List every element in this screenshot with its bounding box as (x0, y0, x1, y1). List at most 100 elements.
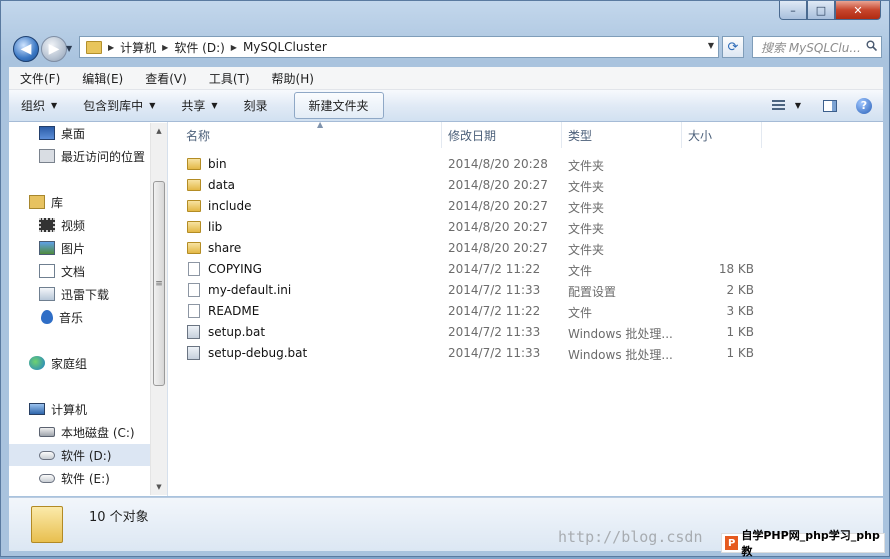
change-view-button[interactable] (765, 93, 791, 118)
scrollbar-thumb[interactable]: ≡ (153, 181, 165, 386)
file-row-setup-debug-bat[interactable]: setup-debug.bat 2014/7/2 11:33 Windows 批… (180, 343, 760, 364)
organize-button[interactable]: 组织 ▼ (9, 93, 71, 118)
file-size: 1 KB (726, 325, 754, 339)
address-bar[interactable]: ▶ 计算机 ▶ 软件 (D:) ▶ MySQLCluster ▼ (79, 36, 719, 58)
nav-item-recent-places[interactable]: 最近访问的位置 (9, 145, 167, 167)
menu-file[interactable]: 文件(F) (9, 70, 71, 87)
nav-item-drive-d[interactable]: 软件 (D:) (9, 444, 167, 466)
file-row-readme[interactable]: README 2014/7/2 11:22 文件 3 KB (180, 301, 760, 322)
file-type: Windows 批处理... (568, 348, 673, 362)
nav-item-videos[interactable]: 视频 (9, 214, 167, 236)
view-list-icon (771, 100, 785, 111)
nav-item-desktop[interactable]: 桌面 (9, 122, 167, 144)
minimize-button[interactable]: – (779, 1, 807, 20)
file-row-copying[interactable]: COPYING 2014/7/2 11:22 文件 18 KB (180, 259, 760, 280)
breadcrumb-mysqlcluster[interactable]: ▶ MySQLCluster (231, 40, 327, 54)
breadcrumb-label[interactable]: 计算机 (120, 39, 156, 56)
nav-item-label: 最近访问的位置 (61, 149, 146, 164)
folder-icon (187, 242, 201, 254)
watermark-badge-text: 自学PHP网_php学习_php教 (741, 529, 880, 558)
burn-button[interactable]: 刻录 (232, 93, 282, 118)
chevron-right-icon[interactable]: ▶ (162, 43, 168, 52)
chevron-down-icon: ▼ (51, 101, 58, 110)
close-button[interactable]: ✕ (835, 1, 881, 20)
recent-pages-dropdown-icon[interactable]: ▼ (66, 44, 72, 53)
search-icon[interactable] (866, 40, 877, 51)
refresh-button[interactable]: ⟳ (722, 36, 744, 58)
preview-pane-button[interactable] (817, 93, 843, 118)
file-row-my-default-ini[interactable]: my-default.ini 2014/7/2 11:33 配置设置 2 KB (180, 280, 760, 301)
watermark-url: http://blog.csdn (558, 528, 703, 546)
breadcrumb-label[interactable]: MySQLCluster (243, 40, 327, 54)
explorer-window: – □ ✕ ◀ ▶ ▼ ▶ 计算机 ▶ 软件 (D:) ▶ MySQLClust… (0, 0, 890, 557)
nav-item-homegroup[interactable]: 家庭组 (9, 352, 167, 374)
nav-item-pictures[interactable]: 图片 (9, 237, 167, 259)
menu-edit[interactable]: 编辑(E) (71, 70, 134, 87)
nav-item-libraries[interactable]: 库 (9, 191, 167, 213)
chevron-down-icon: ▼ (149, 101, 156, 110)
new-folder-button[interactable]: 新建文件夹 (293, 92, 384, 119)
local-disk-icon (39, 427, 55, 437)
file-row-include[interactable]: include 2014/8/20 20:27 文件夹 (180, 196, 760, 217)
file-row-lib[interactable]: lib 2014/8/20 20:27 文件夹 (180, 217, 760, 238)
maximize-button[interactable]: □ (807, 1, 835, 20)
scroll-down-icon[interactable]: ▼ (151, 479, 167, 495)
nav-item-drive-e[interactable]: 软件 (E:) (9, 467, 167, 489)
ini-file-icon (188, 283, 200, 297)
breadcrumb-label[interactable]: 软件 (D:) (174, 39, 224, 56)
chevron-right-icon[interactable]: ▶ (231, 43, 237, 52)
column-header-size[interactable]: 大小 (682, 122, 762, 148)
nav-item-label: 库 (51, 195, 64, 210)
include-in-library-button[interactable]: 包含到库中 ▼ (71, 93, 169, 118)
file-row-setup-bat[interactable]: setup.bat 2014/7/2 11:33 Windows 批处理... … (180, 322, 760, 343)
arrow-right-icon: ▶ (48, 41, 60, 57)
menu-tools[interactable]: 工具(T) (198, 70, 261, 87)
file-date: 2014/7/2 11:33 (448, 283, 541, 297)
nav-item-local-disk-c[interactable]: 本地磁盘 (C:) (9, 421, 167, 443)
file-row-bin[interactable]: bin 2014/8/20 20:28 文件夹 (180, 154, 760, 175)
navigation-pane-scrollbar[interactable]: ▲ ≡ ▼ (150, 123, 167, 495)
menu-bar: 文件(F) 编辑(E) 查看(V) 工具(T) 帮助(H) (9, 67, 883, 90)
scroll-up-icon[interactable]: ▲ (151, 123, 167, 139)
breadcrumb-computer[interactable]: ▶ 计算机 (108, 39, 156, 56)
nav-item-label: 音乐 (59, 310, 84, 325)
nav-item-computer[interactable]: 计算机 (9, 398, 167, 420)
file-row-data[interactable]: data 2014/8/20 20:27 文件夹 (180, 175, 760, 196)
item-count: 10 个对象 (89, 510, 149, 525)
share-button[interactable]: 共享 ▼ (169, 93, 231, 118)
nav-item-documents[interactable]: 文档 (9, 260, 167, 282)
include-in-library-label: 包含到库中 (83, 99, 144, 113)
column-header-type[interactable]: 类型 (562, 122, 682, 148)
pictures-icon (39, 241, 55, 255)
chevron-down-icon: ▼ (211, 101, 218, 110)
refresh-icon: ⟳ (727, 39, 739, 55)
file-name: setup-debug.bat (208, 346, 308, 360)
help-button[interactable]: ? (851, 93, 877, 118)
nav-item-label: 桌面 (61, 126, 86, 141)
burn-label: 刻录 (243, 99, 268, 113)
arrow-left-icon: ◀ (20, 41, 32, 57)
chevron-right-icon[interactable]: ▶ (108, 43, 114, 52)
column-header-label: 名称 (186, 128, 211, 143)
file-row-share[interactable]: share 2014/8/20 20:27 文件夹 (180, 238, 760, 259)
menu-view[interactable]: 查看(V) (134, 70, 198, 87)
forward-button[interactable]: ▶ (41, 36, 67, 62)
view-options-dropdown[interactable]: ▼ (791, 93, 805, 118)
navigation-pane: 桌面 最近访问的位置 库 视频 图片 文档 迅雷下载 音乐 家庭组 计算机 本地… (9, 122, 168, 496)
nav-item-thunder-download[interactable]: 迅雷下载 (9, 283, 167, 305)
file-name: my-default.ini (208, 283, 292, 297)
chevron-down-icon: ▼ (794, 101, 802, 110)
address-history-dropdown-icon[interactable]: ▼ (708, 41, 714, 50)
column-header-date[interactable]: 修改日期 (442, 122, 562, 148)
menu-help[interactable]: 帮助(H) (261, 70, 325, 87)
search-box[interactable]: 搜索 MySQLClu... (752, 36, 882, 58)
back-button[interactable]: ◀ (13, 36, 39, 62)
file-name: data (208, 178, 236, 192)
nav-item-music[interactable]: 音乐 (9, 306, 167, 328)
search-input[interactable]: 搜索 MySQLClu... (753, 39, 863, 56)
file-name: share (208, 241, 242, 255)
file-type: Windows 批处理... (568, 327, 673, 341)
nav-item-label: 软件 (D:) (61, 448, 112, 463)
column-header-name[interactable]: 名称 ▲ (180, 120, 442, 148)
breadcrumb-drive-d[interactable]: ▶ 软件 (D:) (162, 39, 225, 56)
